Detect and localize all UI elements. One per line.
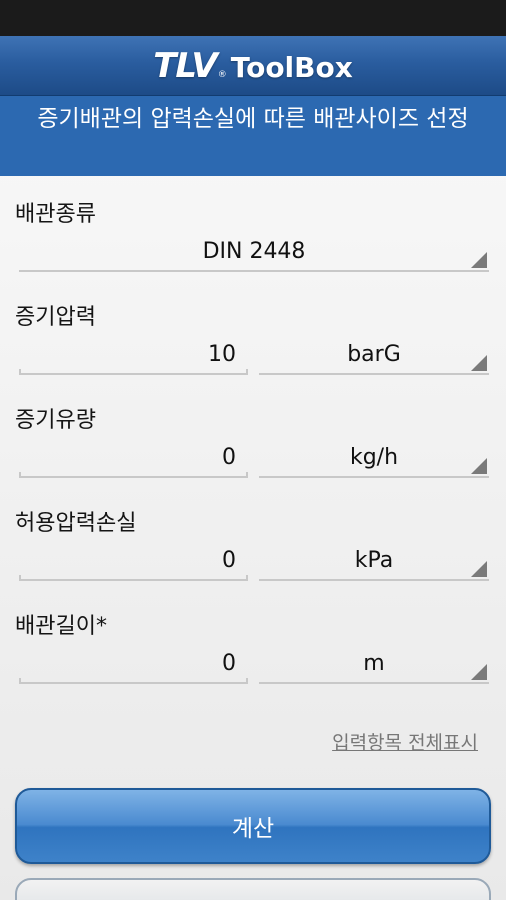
pipe-type-label: 배관종류 <box>15 202 96 227</box>
dropdown-triangle-icon <box>471 458 487 474</box>
pipe-length-unit: m <box>363 650 385 676</box>
steam-pressure-label: 증기압력 <box>15 305 96 330</box>
status-bar <box>0 0 506 36</box>
dropdown-triangle-icon <box>471 355 487 371</box>
steam-flow-value: 0 <box>222 444 236 470</box>
tlv-toolbox-logo: TLV ® ToolBox <box>153 46 353 86</box>
secondary-button[interactable] <box>15 878 491 900</box>
steam-flow-unit: kg/h <box>349 444 399 470</box>
dropdown-triangle-icon <box>471 252 487 268</box>
calculate-button[interactable]: 계산 <box>15 788 491 864</box>
pressure-loss-unit: kPa <box>354 547 394 573</box>
pressure-loss-value: 0 <box>222 547 236 573</box>
steam-flow-unit-select[interactable]: kg/h <box>259 438 489 478</box>
page-title: 증기배관의 압력손실에 따른 배관사이즈 선정 <box>0 96 506 176</box>
logo-brand: TLV <box>153 45 217 86</box>
steam-pressure-unit-select[interactable]: barG <box>259 335 489 375</box>
dropdown-triangle-icon <box>471 664 487 680</box>
pipe-length-value: 0 <box>222 650 236 676</box>
pressure-loss-unit-select[interactable]: kPa <box>259 541 489 581</box>
pressure-loss-label: 허용압력손실 <box>15 511 137 536</box>
pipe-type-value: DIN 2448 <box>202 238 306 264</box>
dropdown-triangle-icon <box>471 561 487 577</box>
steam-flow-input[interactable]: 0 <box>19 438 248 478</box>
steam-flow-label: 증기유량 <box>15 408 96 433</box>
steam-pressure-input[interactable]: 10 <box>19 335 248 375</box>
pressure-loss-input[interactable]: 0 <box>19 541 248 581</box>
pipe-length-unit-select[interactable]: m <box>259 644 489 684</box>
steam-pressure-unit: barG <box>347 341 401 367</box>
pipe-type-select[interactable]: DIN 2448 <box>19 232 489 272</box>
pipe-length-label: 배관길이* <box>15 614 107 639</box>
app-header: TLV ® ToolBox <box>0 36 506 96</box>
pipe-length-input[interactable]: 0 <box>19 644 248 684</box>
steam-pressure-value: 10 <box>208 341 236 367</box>
logo-registered-mark: ® <box>217 69 227 80</box>
show-all-inputs-link[interactable]: 입력항목 전체표시 <box>332 728 478 755</box>
logo-product: ToolBox <box>230 50 353 84</box>
